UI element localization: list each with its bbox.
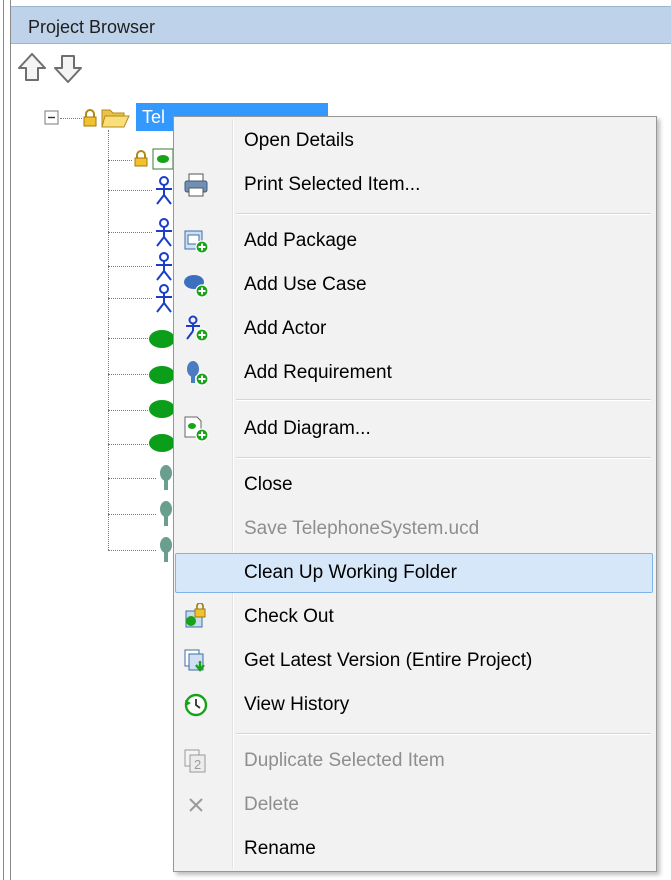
menu-item-label: Add Actor: [244, 318, 327, 339]
menu-item-view-history[interactable]: View History: [176, 685, 654, 725]
menu-item-label: Delete: [244, 794, 299, 815]
menu-item-label: Add Use Case: [244, 274, 367, 295]
menu-item-label: Close: [244, 474, 293, 495]
add-diagram-icon: [182, 415, 210, 443]
use-case-icon[interactable]: [148, 398, 176, 420]
actor-icon[interactable]: [154, 284, 174, 314]
tree-connector: [108, 514, 156, 515]
menu-item-add-diagram[interactable]: Add Diagram...: [176, 409, 654, 449]
tree-connector: [108, 550, 156, 551]
tree-connector: [108, 478, 156, 479]
menu-item-label: Add Diagram...: [244, 418, 371, 439]
menu-item-label: View History: [244, 694, 350, 715]
actor-icon[interactable]: [154, 252, 174, 282]
menu-item-save[interactable]: Save TelephoneSystem.ucd: [176, 509, 654, 549]
printer-icon: [182, 171, 210, 199]
tree-connector: [108, 266, 152, 267]
add-requirement-icon: [182, 359, 210, 387]
menu-item-delete[interactable]: Delete: [176, 785, 654, 825]
menu-item-label: Clean Up Working Folder: [244, 562, 457, 583]
menu-item-clean-up-working-folder[interactable]: Clean Up Working Folder: [175, 553, 654, 593]
menu-item-label: Check Out: [244, 606, 334, 627]
view-history-icon: [182, 691, 210, 719]
menu-separator: [236, 399, 651, 401]
add-actor-icon: [182, 315, 210, 343]
tree-connector: [108, 130, 109, 550]
tree-connector: [108, 410, 148, 411]
menu-item-label: Save TelephoneSystem.ucd: [244, 518, 480, 539]
tree-connector: [108, 444, 148, 445]
duplicate-icon: 2: [182, 747, 210, 775]
menu-item-label: Add Package: [244, 230, 358, 251]
menu-item-check-out[interactable]: Check Out: [176, 597, 654, 637]
use-case-icon[interactable]: [148, 328, 176, 350]
add-use-case-icon: [182, 271, 210, 299]
menu-item-close[interactable]: Close: [176, 465, 654, 505]
check-out-icon: [182, 602, 210, 631]
tree-connector: [108, 338, 148, 339]
menu-item-label: Add Requirement: [244, 362, 392, 383]
context-menu: Open Details Print Selected Item... Add …: [173, 116, 657, 872]
lock-icon: [82, 108, 98, 128]
actor-icon[interactable]: [154, 218, 174, 248]
menu-item-add-package[interactable]: Add Package: [176, 221, 654, 261]
tree-connector: [108, 232, 152, 233]
menu-item-open-details[interactable]: Open Details: [176, 121, 654, 161]
menu-separator: [236, 733, 651, 735]
tree-connector: [60, 118, 82, 119]
collapse-icon[interactable]: [44, 110, 60, 126]
get-latest-icon: [182, 647, 210, 675]
actor-icon[interactable]: [154, 176, 174, 206]
tree-connector: [108, 298, 152, 299]
delete-icon: [182, 791, 210, 819]
menu-separator: [236, 213, 651, 215]
menu-item-rename[interactable]: Rename: [176, 829, 654, 869]
tree-connector: [108, 374, 148, 375]
lock-icon: [134, 150, 148, 168]
requirement-icon[interactable]: [158, 536, 174, 564]
menu-item-label: Get Latest Version (Entire Project): [244, 650, 533, 671]
requirement-icon[interactable]: [158, 464, 174, 492]
tree-connector: [108, 160, 132, 161]
add-package-icon: [182, 227, 210, 255]
use-case-icon[interactable]: [148, 364, 176, 386]
menu-item-label: Print Selected Item...: [244, 174, 421, 195]
folder-open-icon: [100, 106, 130, 130]
menu-item-label: Open Details: [244, 130, 354, 151]
menu-item-get-latest-version[interactable]: Get Latest Version (Entire Project): [176, 641, 654, 681]
diagram-icon: [152, 148, 174, 170]
menu-item-add-requirement[interactable]: Add Requirement: [176, 353, 654, 393]
menu-separator: [236, 457, 651, 459]
menu-item-label: Rename: [244, 838, 316, 859]
menu-item-label: Duplicate Selected Item: [244, 750, 445, 771]
menu-item-add-use-case[interactable]: Add Use Case: [176, 265, 654, 305]
menu-item-print-selected-item[interactable]: Print Selected Item...: [176, 165, 654, 205]
requirement-icon[interactable]: [158, 500, 174, 528]
menu-item-duplicate-selected-item[interactable]: 2 Duplicate Selected Item: [176, 741, 654, 781]
svg-text:2: 2: [194, 757, 201, 772]
tree-connector: [108, 190, 152, 191]
use-case-icon[interactable]: [148, 432, 176, 454]
menu-item-add-actor[interactable]: Add Actor: [176, 309, 654, 349]
